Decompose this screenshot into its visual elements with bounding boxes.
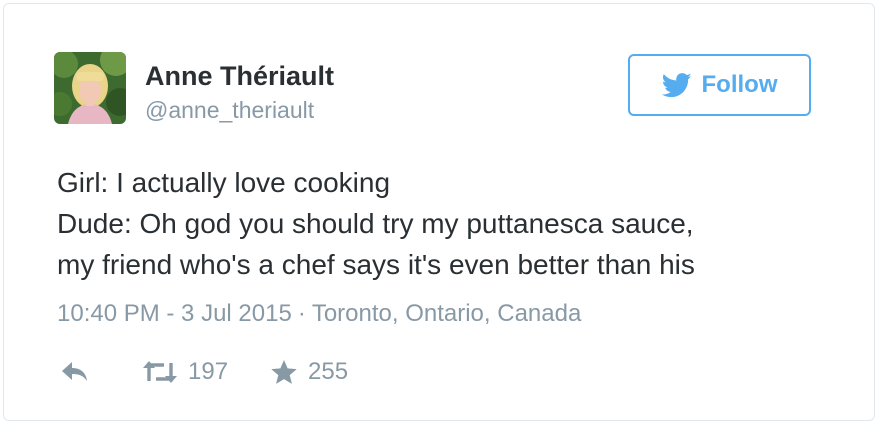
reply-button[interactable] bbox=[60, 360, 90, 384]
profile-photo-icon bbox=[54, 52, 126, 124]
author-display-name[interactable]: Anne Thériault bbox=[145, 61, 334, 92]
meta-separator: · bbox=[297, 300, 306, 327]
tweet-meta: 10:40 PM - 3 Jul 2015 · Toronto, Ontario, … bbox=[57, 300, 581, 328]
star-icon bbox=[270, 359, 298, 386]
tweet-actions: 197 255 bbox=[60, 356, 348, 388]
follow-button[interactable]: Follow bbox=[628, 54, 811, 116]
tweet-timestamp[interactable]: 10:40 PM - 3 Jul 2015 bbox=[57, 300, 292, 327]
tweet-line: Dude: Oh god you should try my puttanesc… bbox=[57, 208, 694, 239]
follow-button-label: Follow bbox=[701, 71, 778, 98]
avatar[interactable] bbox=[54, 52, 126, 124]
tweet-text: Girl: I actually love cooking Dude: Oh g… bbox=[57, 162, 857, 285]
like-button[interactable]: 255 bbox=[270, 358, 348, 386]
tweet-card: Anne Thériault @anne_theriault Follow Gi… bbox=[3, 3, 875, 421]
retweet-count: 197 bbox=[188, 358, 229, 385]
like-count: 255 bbox=[308, 358, 349, 385]
author-handle[interactable]: @anne_theriault bbox=[145, 97, 314, 124]
retweet-button[interactable]: 197 bbox=[142, 358, 228, 386]
twitter-bird-icon bbox=[661, 72, 692, 98]
tweet-location[interactable]: Toronto, Ontario, Canada bbox=[312, 300, 582, 327]
tweet-line: Girl: I actually love cooking bbox=[57, 167, 391, 198]
tweet-line: my friend who's a chef says it's even be… bbox=[57, 249, 695, 280]
reply-icon bbox=[60, 360, 90, 384]
retweet-icon bbox=[142, 359, 178, 385]
